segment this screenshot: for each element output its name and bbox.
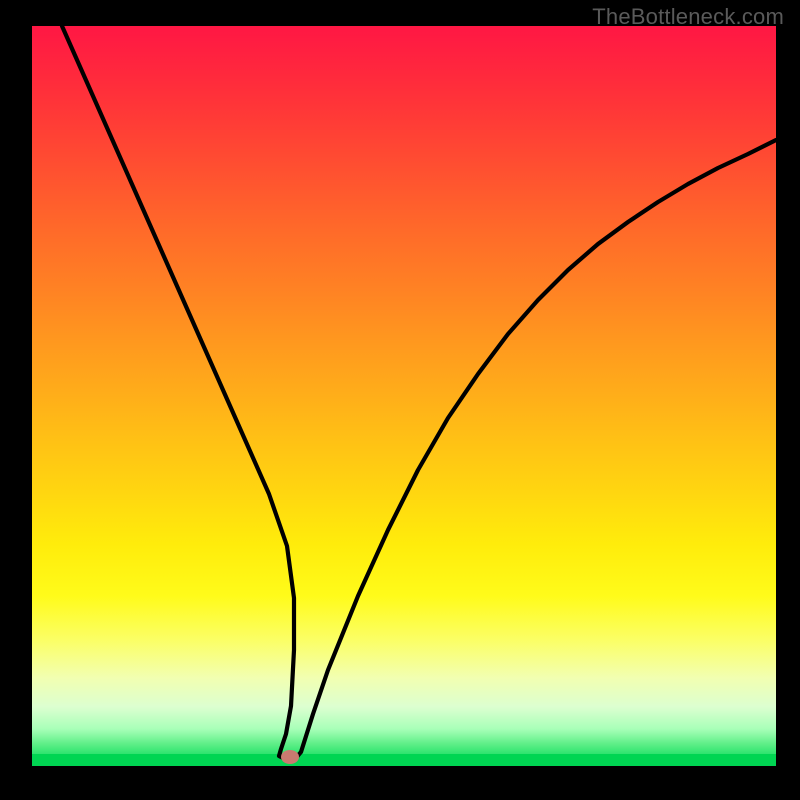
- chart-frame: TheBottleneck.com: [0, 0, 800, 800]
- bottleneck-curve: [32, 26, 776, 766]
- plot-area: [32, 26, 776, 766]
- minimum-marker: [281, 750, 299, 764]
- watermark: TheBottleneck.com: [592, 4, 784, 30]
